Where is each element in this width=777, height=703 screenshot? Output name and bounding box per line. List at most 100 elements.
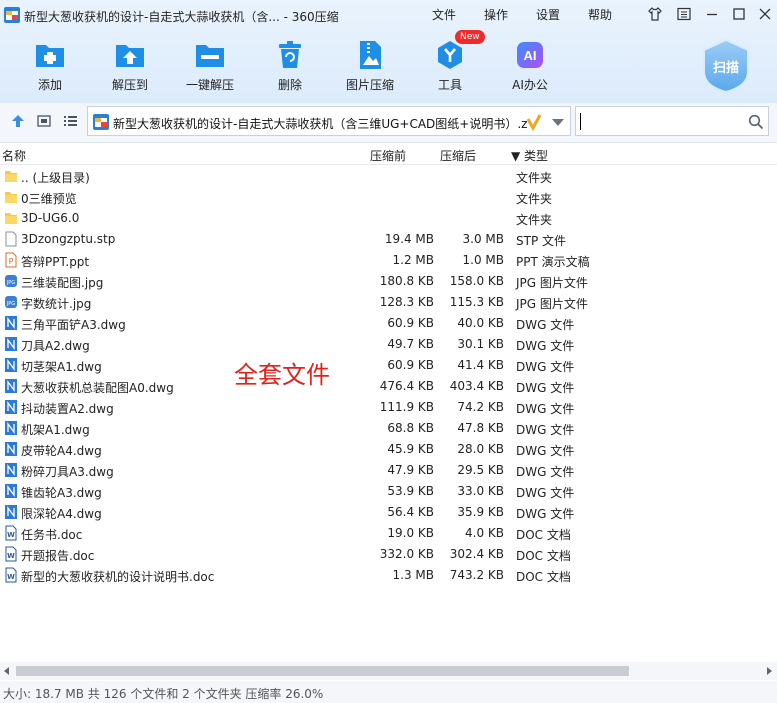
dwg-file-icon: [5, 421, 17, 435]
column-name[interactable]: 名称: [2, 147, 26, 164]
file-row[interactable]: 大葱收获机总装配图A0.dwg 476.4 KB 403.4 KB DWG 文件: [0, 376, 777, 397]
file-row[interactable]: 0三维预览 文件夹: [0, 187, 777, 208]
file-size: 68.8 KB: [387, 421, 434, 435]
extract-to-label: 解压到: [111, 78, 148, 92]
tools-label: 工具: [437, 78, 462, 92]
close-icon[interactable]: [757, 6, 773, 22]
file-size: 56.4 KB: [387, 505, 434, 519]
horizontal-scrollbar[interactable]: [0, 662, 777, 680]
svg-text:W: W: [7, 531, 15, 539]
file-packed-size: 74.2 KB: [457, 400, 504, 414]
file-packed-size: 302.4 KB: [449, 547, 504, 561]
file-icon: [5, 231, 17, 247]
file-name: 抖动装置A2.dwg: [21, 402, 114, 416]
image-compress-label: 图片压缩: [345, 78, 394, 92]
file-size: 180.8 KB: [379, 274, 434, 288]
file-type: DWG 文件: [516, 360, 575, 374]
scrollbar-thumb[interactable]: [16, 666, 629, 676]
file-row[interactable]: 抖动装置A2.dwg 111.9 KB 74.2 KB DWG 文件: [0, 397, 777, 418]
search-input[interactable]: [575, 106, 769, 136]
file-row[interactable]: 刀具A2.dwg 49.7 KB 30.1 KB DWG 文件: [0, 334, 777, 355]
file-type: DWG 文件: [516, 507, 575, 521]
image-compress-icon: [360, 41, 381, 69]
scroll-right-icon[interactable]: [767, 667, 772, 675]
ai-office-button[interactable]: AI AI办公: [490, 38, 570, 98]
file-row[interactable]: 锥齿轮A3.dwg 53.9 KB 33.0 KB DWG 文件: [0, 481, 777, 502]
column-packed[interactable]: 压缩后: [440, 147, 476, 164]
file-packed-size: 35.9 KB: [457, 505, 504, 519]
file-type: DWG 文件: [516, 486, 575, 500]
doc-file-icon: W: [5, 546, 17, 562]
file-row[interactable]: 切茎架A1.dwg 60.9 KB 41.4 KB DWG 文件: [0, 355, 777, 376]
up-arrow-icon[interactable]: [10, 113, 26, 129]
jpg-file-icon: JPG: [5, 275, 17, 287]
menu-settings[interactable]: 设置: [536, 6, 560, 23]
dwg-file-icon: [5, 442, 17, 456]
delete-icon: [279, 41, 301, 68]
menu-help[interactable]: 帮助: [588, 6, 612, 23]
dwg-file-icon: [5, 337, 17, 351]
file-type: DOC 文档: [516, 528, 571, 542]
file-type: JPG 图片文件: [516, 297, 588, 311]
thumbnail-view-icon[interactable]: [36, 113, 52, 129]
file-type: DWG 文件: [516, 444, 575, 458]
menu-file[interactable]: 文件: [432, 6, 456, 23]
list-view-icon[interactable]: [62, 113, 78, 129]
jpg-file-icon: JPG: [5, 296, 17, 308]
file-row[interactable]: .. (上级目录) 文件夹: [0, 166, 777, 187]
extract-to-button[interactable]: 解压到: [90, 38, 170, 98]
column-type[interactable]: ▼ 类型: [511, 147, 548, 164]
chevron-down-icon[interactable]: [552, 119, 564, 126]
one-click-extract-button[interactable]: 一键解压: [170, 38, 250, 98]
image-compress-button[interactable]: 图片压缩: [330, 38, 410, 98]
file-size: 111.9 KB: [379, 400, 434, 414]
file-packed-size: 40.0 KB: [457, 316, 504, 330]
folder-icon: [5, 192, 17, 203]
file-row[interactable]: JPG 字数统计.jpg 128.3 KB 115.3 KB JPG 图片文件: [0, 292, 777, 313]
file-type: DWG 文件: [516, 402, 575, 416]
address-path: 新型大葱收获机的设计-自走式大蒜收获机（含三维UG+CAD图纸+说明书）.z: [113, 117, 528, 131]
file-row[interactable]: JPG 三维装配图.jpg 180.8 KB 158.0 KB JPG 图片文件: [0, 271, 777, 292]
add-button[interactable]: 添加: [10, 38, 90, 98]
dwg-file-icon: [5, 379, 17, 393]
skin-shirt-icon[interactable]: [647, 6, 663, 22]
file-row[interactable]: W 任务书.doc 19.0 KB 4.0 KB DOC 文档: [0, 523, 777, 544]
address-bar[interactable]: 新型大葱收获机的设计-自走式大蒜收获机（含三维UG+CAD图纸+说明书）.z: [87, 106, 571, 136]
file-packed-size: 47.8 KB: [457, 421, 504, 435]
file-list: .. (上级目录) 文件夹 0三维预览 文件夹 3D-UG6.0 文件夹 3Dzongzpt…: [0, 166, 777, 586]
file-row[interactable]: P 答辩PPT.ppt 1.2 MB 1.0 MB PPT 演示文稿: [0, 250, 777, 271]
file-size: 60.9 KB: [387, 358, 434, 372]
file-name: 字数统计.jpg: [21, 297, 92, 311]
minimize-icon[interactable]: [704, 6, 720, 22]
ai-office-icon: AI: [517, 42, 543, 68]
file-row[interactable]: W 新型的大葱收获机的设计说明书.doc 1.3 MB 743.2 KB DOC 文档: [0, 565, 777, 586]
file-name: 新型的大葱收获机的设计说明书.doc: [21, 570, 215, 584]
checkmark-icon: [526, 114, 542, 131]
delete-button[interactable]: 删除: [250, 38, 330, 98]
text-caret: [580, 113, 581, 130]
file-row[interactable]: 限深轮A4.dwg 56.4 KB 35.9 KB DWG 文件: [0, 502, 777, 523]
svg-text:W: W: [7, 573, 15, 581]
column-header: 名称 压缩前 压缩后 ▼ 类型: [0, 143, 777, 165]
column-size[interactable]: 压缩前: [370, 147, 406, 164]
tools-button[interactable]: New 工具: [410, 30, 490, 98]
file-row[interactable]: 三角平面铲A3.dwg 60.9 KB 40.0 KB DWG 文件: [0, 313, 777, 334]
menu-icon[interactable]: [676, 6, 692, 22]
file-row[interactable]: W 开题报告.doc 332.0 KB 302.4 KB DOC 文档: [0, 544, 777, 565]
add-icon: [36, 45, 64, 67]
maximize-icon[interactable]: [731, 6, 747, 22]
file-name: 机架A1.dwg: [21, 423, 90, 437]
file-size: 1.2 MB: [392, 253, 434, 267]
file-row[interactable]: 皮带轮A4.dwg 45.9 KB 28.0 KB DWG 文件: [0, 439, 777, 460]
file-row[interactable]: 3D-UG6.0 文件夹: [0, 208, 777, 229]
scan-button[interactable]: 扫描: [700, 38, 752, 94]
search-icon[interactable]: [748, 114, 764, 130]
file-row[interactable]: 3Dzongzptu.stp 19.4 MB 3.0 MB STP 文件: [0, 229, 777, 250]
file-row[interactable]: 粉碎刀具A3.dwg 47.9 KB 29.5 KB DWG 文件: [0, 460, 777, 481]
overlay-text: 全套文件: [234, 361, 330, 389]
file-row[interactable]: 机架A1.dwg 68.8 KB 47.8 KB DWG 文件: [0, 418, 777, 439]
svg-text:P: P: [9, 257, 14, 266]
scroll-left-icon[interactable]: [4, 667, 9, 675]
menu-operate[interactable]: 操作: [484, 6, 508, 23]
file-size: 47.9 KB: [387, 463, 434, 477]
